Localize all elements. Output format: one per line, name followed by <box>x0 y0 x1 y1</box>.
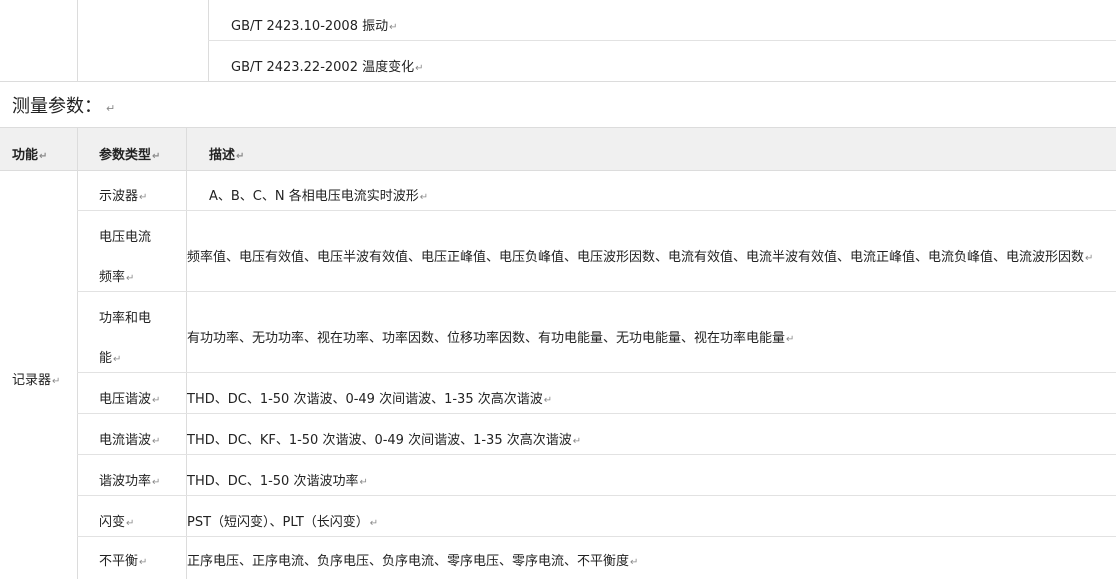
param-type-cell: 闪变↵ <box>99 515 135 530</box>
param-type-cell-line2: 频率↵ <box>99 270 135 285</box>
paragraph-mark-icon: ↵ <box>572 436 582 447</box>
param-type-cell: 功率和电 <box>99 311 152 326</box>
param-type-cell: 示波器↵ <box>99 189 148 204</box>
paragraph-mark-icon: ↵ <box>419 192 429 203</box>
section-title: 测量参数： ↵ <box>12 95 115 121</box>
param-type-cell: 电流谐波↵ <box>99 433 161 448</box>
paragraph-mark-icon: ↵ <box>1085 253 1094 264</box>
paragraph-mark-icon: ↵ <box>126 518 135 529</box>
description-cell: PST（短闪变）、PLT（长闪变）↵ <box>187 515 379 530</box>
paragraph-mark-icon: ↵ <box>389 22 398 33</box>
param-type-cell-line2: 能↵ <box>99 351 122 366</box>
description-cell: THD、DC、1-50 次谐波功率↵ <box>187 474 368 489</box>
paragraph-mark-icon: ↵ <box>39 151 48 162</box>
description-cell: A、B、C、N 各相电压电流实时波形↵ <box>209 189 429 204</box>
paragraph-mark-icon: ↵ <box>152 395 161 406</box>
table-divider <box>77 0 78 82</box>
table-row: 闪变↵ PST（短闪变）、PLT（长闪变）↵ <box>77 496 1116 537</box>
function-cell: 记录器↵ <box>12 373 61 388</box>
table-row: 功率和电 能↵ 有功功率、无功功率、视在功率、功率因数、位移功率因数、有功电能量… <box>77 292 1116 373</box>
table-row: 示波器↵ A、B、C、N 各相电压电流实时波形↵ <box>77 170 1116 211</box>
param-type-cell: 不平衡↵ <box>99 554 148 569</box>
standard-item: GB/T 2423.10-2008 振动↵ <box>231 18 398 37</box>
table-divider <box>0 81 1116 82</box>
paragraph-mark-icon: ↵ <box>369 518 379 529</box>
paragraph-mark-icon: ↵ <box>113 354 122 365</box>
table-row: 电压电流 频率↵ 频率值、电压有效值、电压半波有效值、电压正峰值、电压负峰值、电… <box>77 211 1116 292</box>
paragraph-mark-icon: ↵ <box>126 273 135 284</box>
table-row: 电流谐波↵ THD、DC、KF、1-50 次谐波、0-49 次间谐波、1-35 … <box>77 414 1116 455</box>
param-type-cell: 电压电流 <box>99 230 152 245</box>
paragraph-mark-icon: ↵ <box>139 557 148 568</box>
table-row: 电压谐波↵ THD、DC、1-50 次谐波、0-49 次间谐波、1-35 次高次… <box>77 373 1116 414</box>
standard-text: GB/T 2423.22-2002 温度变化 <box>231 60 415 75</box>
table-divider <box>208 0 209 82</box>
paragraph-mark-icon: ↵ <box>630 557 639 568</box>
table-row: 不平衡↵ 正序电压、正序电流、负序电压、负序电流、零序电压、零序电流、不平衡度↵ <box>77 537 1116 577</box>
table-divider <box>208 40 1116 41</box>
paragraph-mark-icon: ↵ <box>236 151 245 162</box>
description-cell: THD、DC、KF、1-50 次谐波、0-49 次间谐波、1-35 次高次谐波↵ <box>187 433 582 448</box>
description-cell: 正序电压、正序电流、负序电压、负序电流、零序电压、零序电流、不平衡度↵ <box>187 554 639 569</box>
header-description: 描述↵ <box>209 148 245 163</box>
paragraph-mark-icon: ↵ <box>52 376 61 387</box>
header-function: 功能↵ <box>12 148 48 163</box>
description-cell: THD、DC、1-50 次谐波、0-49 次间谐波、1-35 次高次谐波↵ <box>187 392 553 407</box>
header-param-type: 参数类型↵ <box>99 148 161 163</box>
standard-text: GB/T 2423.10-2008 振动 <box>231 19 389 34</box>
table-header: 功能↵ 参数类型↵ 描述↵ <box>0 127 1116 171</box>
paragraph-mark-icon: ↵ <box>106 102 116 115</box>
param-type-cell: 电压谐波↵ <box>99 392 161 407</box>
table-row: 谐波功率↵ THD、DC、1-50 次谐波功率↵ <box>77 455 1116 496</box>
param-type-cell: 谐波功率↵ <box>99 474 161 489</box>
paragraph-mark-icon: ↵ <box>152 151 161 162</box>
paragraph-mark-icon: ↵ <box>359 477 368 488</box>
paragraph-mark-icon: ↵ <box>152 436 161 447</box>
description-cell: 频率值、电压有效值、电压半波有效值、电压正峰值、电压负峰值、电压波形因数、电流有… <box>187 250 1094 265</box>
description-cell: 有功功率、无功功率、视在功率、功率因数、位移功率因数、有功电能量、无功电能量、视… <box>187 331 795 346</box>
paragraph-mark-icon: ↵ <box>786 334 795 345</box>
paragraph-mark-icon: ↵ <box>152 477 161 488</box>
paragraph-mark-icon: ↵ <box>139 192 148 203</box>
paragraph-mark-icon: ↵ <box>543 395 553 406</box>
standards-table: GB/T 2423.10-2008 振动↵ GB/T 2423.22-2002 … <box>0 0 1116 82</box>
standard-item: GB/T 2423.22-2002 温度变化↵ <box>231 59 424 78</box>
section-title-text: 测量参数： <box>12 96 102 117</box>
paragraph-mark-icon: ↵ <box>415 63 424 74</box>
